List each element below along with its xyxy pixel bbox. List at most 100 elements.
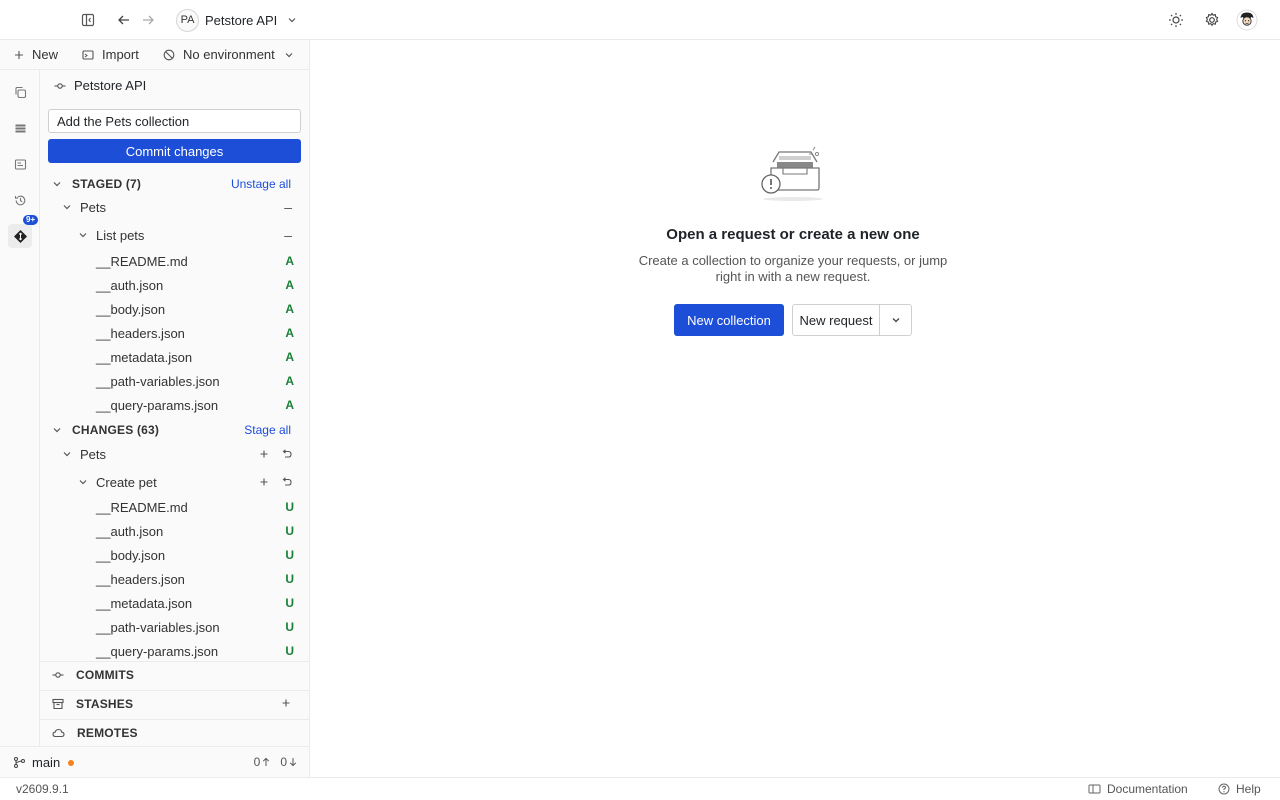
folder-label: Pets: [80, 446, 107, 462]
changes-section-header[interactable]: CHANGES (63): [52, 420, 159, 440]
documentation-link[interactable]: Documentation: [1088, 782, 1188, 796]
staged-file-row[interactable]: __body.json A: [40, 297, 310, 321]
file-name: __auth.json: [96, 277, 164, 293]
forward-arrow-icon[interactable]: [138, 10, 158, 30]
file-name: __README.md: [96, 253, 188, 269]
changed-file-row[interactable]: __headers.json U: [40, 567, 310, 591]
activity-rail: 9+: [0, 70, 40, 746]
commits-label: COMMITS: [76, 668, 135, 682]
staged-file-row[interactable]: __path-variables.json A: [40, 369, 310, 393]
import-button[interactable]: Import: [82, 47, 139, 62]
divider: [40, 690, 310, 691]
new-request-split-button: New request: [792, 304, 912, 336]
file-status-badge: U: [285, 500, 294, 514]
commit-message-input[interactable]: [48, 109, 301, 133]
staged-file-row[interactable]: __headers.json A: [40, 321, 310, 345]
changed-file-row[interactable]: __auth.json U: [40, 519, 310, 543]
staged-file-row[interactable]: __auth.json A: [40, 273, 310, 297]
tree-folder-pets[interactable]: Pets –: [40, 195, 310, 219]
tree-request-list-pets[interactable]: List pets –: [40, 223, 310, 247]
collections-icon[interactable]: [8, 116, 32, 140]
stage-plus-icon[interactable]: [259, 449, 269, 459]
back-arrow-icon[interactable]: [114, 10, 134, 30]
repo-header: Petstore API: [54, 78, 146, 93]
behind-count: 0: [280, 755, 287, 769]
unstage-all-button[interactable]: Unstage all: [231, 174, 291, 194]
unstage-request-icon[interactable]: –: [284, 227, 292, 243]
staged-file-row[interactable]: __query-params.json A: [40, 393, 310, 417]
remotes-section-header[interactable]: REMOTES: [52, 722, 138, 744]
help-label: Help: [1236, 782, 1261, 796]
changed-file-row[interactable]: __metadata.json U: [40, 591, 310, 615]
changed-file-row[interactable]: __README.md U: [40, 495, 310, 519]
divider: [40, 661, 310, 662]
add-stash-plus-icon[interactable]: [281, 698, 291, 708]
changed-file-row[interactable]: __query-params.json U: [40, 639, 310, 663]
sidebar-toolbar: New Import No environment: [0, 40, 310, 70]
copy-icon[interactable]: [8, 80, 32, 104]
empty-state-title: Open a request or create a new one: [666, 226, 920, 243]
gear-icon[interactable]: [1202, 10, 1222, 30]
file-status-badge: U: [285, 620, 294, 634]
remotes-label: REMOTES: [77, 726, 138, 740]
file-name: __headers.json: [96, 325, 185, 341]
chevron-down-icon: [287, 15, 297, 25]
import-label: Import: [102, 47, 139, 62]
new-collection-button[interactable]: New collection: [674, 304, 784, 336]
sync-status[interactable]: 0 0: [254, 755, 297, 769]
file-name: __query-params.json: [96, 643, 219, 659]
changed-file-row[interactable]: __body.json U: [40, 543, 310, 567]
help-link[interactable]: Help: [1218, 782, 1261, 796]
no-environment-icon: [163, 49, 175, 61]
help-icon: [1218, 783, 1230, 795]
git-changes-badge: 9+: [23, 215, 39, 225]
discard-undo-icon[interactable]: [281, 477, 292, 487]
sun-icon[interactable]: [1166, 10, 1186, 30]
chevron-down-icon: [76, 230, 90, 240]
workspace-switcher[interactable]: PA Petstore API: [176, 8, 297, 32]
import-icon: [82, 49, 94, 61]
git-icon[interactable]: 9+: [8, 215, 39, 248]
stage-plus-icon[interactable]: [259, 477, 269, 487]
request-label: Create pet: [96, 474, 157, 490]
file-status-badge: A: [285, 254, 294, 268]
user-avatar-icon[interactable]: [1236, 9, 1258, 31]
chevron-down-icon: [52, 179, 62, 189]
history-icon[interactable]: [8, 188, 32, 212]
file-name: __auth.json: [96, 523, 164, 539]
staged-section-header[interactable]: STAGED (7): [52, 174, 141, 194]
environments-icon[interactable]: [8, 152, 32, 176]
chevron-down-icon: [60, 202, 74, 212]
commit-icon: [54, 80, 66, 92]
file-name: __metadata.json: [96, 349, 193, 365]
stashes-section-header[interactable]: STASHES: [52, 693, 133, 715]
uncommitted-dot: [68, 759, 75, 766]
environment-label: No environment: [183, 47, 275, 62]
tree-request-create-pet[interactable]: Create pet: [40, 470, 310, 494]
new-request-button[interactable]: New request: [793, 305, 880, 335]
branch-name: main: [32, 755, 61, 770]
repo-name: Petstore API: [74, 78, 147, 93]
staged-file-row[interactable]: __metadata.json A: [40, 345, 310, 369]
unstage-folder-icon[interactable]: –: [284, 199, 292, 215]
commits-section-header[interactable]: COMMITS: [52, 664, 134, 686]
chevron-down-icon: [284, 50, 294, 60]
book-icon: [1088, 783, 1101, 795]
stage-all-button[interactable]: Stage all: [244, 420, 291, 440]
new-button[interactable]: New: [14, 47, 58, 62]
staged-file-row[interactable]: __README.md A: [40, 249, 310, 273]
changed-file-row[interactable]: __path-variables.json U: [40, 615, 310, 639]
chevron-down-icon[interactable]: [880, 305, 911, 335]
file-name: __query-params.json: [96, 397, 219, 413]
file-status-badge: A: [285, 374, 294, 388]
empty-inbox-illustration: [757, 144, 827, 204]
toggle-sidebar-icon[interactable]: [78, 10, 98, 30]
divider: [40, 719, 310, 720]
tree-folder-pets[interactable]: Pets: [40, 442, 310, 466]
file-status-badge: A: [285, 326, 294, 340]
branch-selector[interactable]: main: [13, 755, 75, 770]
discard-undo-icon[interactable]: [281, 449, 292, 459]
stashes-label: STASHES: [76, 697, 134, 711]
commit-changes-button[interactable]: Commit changes: [48, 139, 301, 163]
environment-select[interactable]: No environment: [163, 47, 298, 62]
